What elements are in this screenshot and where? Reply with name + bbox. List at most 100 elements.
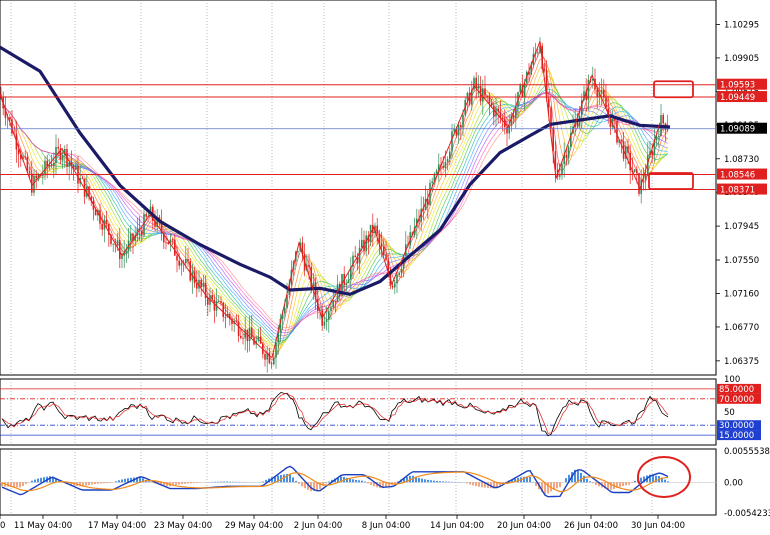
candle-body xyxy=(174,239,176,256)
y-tick-label: 1.07945 xyxy=(724,222,759,232)
macd-histogram-bar xyxy=(355,479,357,483)
candle-body xyxy=(101,223,103,230)
macd-histogram-bar xyxy=(100,482,102,484)
candle-body xyxy=(125,250,128,254)
candle-body xyxy=(475,77,477,89)
candle-body xyxy=(477,86,480,89)
candle-body xyxy=(596,89,598,97)
chart-background xyxy=(0,0,770,535)
macd-histogram-bar xyxy=(547,482,549,494)
candle-body xyxy=(284,307,286,314)
macd-histogram-bar xyxy=(442,481,444,483)
candle-body xyxy=(130,233,132,241)
candle-body xyxy=(394,283,396,288)
y-tick-label: 1.07160 xyxy=(724,289,759,299)
macd-histogram-bar xyxy=(301,482,303,487)
macd-histogram-bar xyxy=(196,482,198,483)
x-tick-label: 0 xyxy=(0,521,5,531)
candle-body xyxy=(383,246,385,255)
candle-body xyxy=(244,329,246,339)
macd-histogram-bar xyxy=(439,481,441,483)
level-label: 1.08371 xyxy=(720,186,755,196)
candle-body xyxy=(633,169,636,173)
x-tick-label: 26 Jun 04:00 xyxy=(564,521,618,531)
macd-histogram-bar xyxy=(634,480,636,483)
candle-body xyxy=(345,282,348,285)
macd-histogram-bar xyxy=(589,481,591,483)
macd-histogram-bar xyxy=(361,480,363,483)
macd-histogram-bar xyxy=(289,474,291,483)
macd-histogram-bar xyxy=(619,482,621,487)
x-tick-label: 30 Jun 04:00 xyxy=(631,521,685,531)
macd-histogram-bar xyxy=(556,482,558,489)
candle-body xyxy=(358,247,361,264)
candle-body xyxy=(145,214,147,217)
candle-body xyxy=(396,274,398,284)
candle-body xyxy=(264,354,266,360)
macd-histogram-bar xyxy=(304,482,306,489)
macd-histogram-bar xyxy=(19,482,21,488)
macd-histogram-bar xyxy=(94,482,96,485)
macd-histogram-bar xyxy=(187,482,189,484)
candle-body xyxy=(222,302,224,317)
candle-body xyxy=(512,115,515,119)
current-price-label: 1.09089 xyxy=(720,125,755,135)
macd-histogram-bar xyxy=(529,477,531,483)
candle-body xyxy=(53,162,55,167)
macd-histogram-bar xyxy=(421,478,423,483)
candle-body xyxy=(141,230,143,236)
macd-histogram-bar xyxy=(232,481,234,483)
candle-body xyxy=(224,316,227,318)
macd-histogram-bar xyxy=(565,478,567,483)
candle-body xyxy=(519,85,521,93)
candle-body xyxy=(248,327,251,342)
macd-histogram-bar xyxy=(148,481,150,483)
candle-body xyxy=(484,88,486,96)
candle-body xyxy=(28,171,31,174)
macd-histogram-bar xyxy=(184,482,186,484)
macd-histogram-bar xyxy=(631,482,633,483)
macd-histogram-bar xyxy=(583,475,585,483)
candle-body xyxy=(400,268,403,273)
macd-histogram-bar xyxy=(124,478,126,483)
macd-histogram-bar xyxy=(352,479,354,483)
macd-histogram-bar xyxy=(622,482,624,487)
macd-histogram-bar xyxy=(640,477,642,483)
macd-histogram-bar xyxy=(85,482,87,486)
y-tick-label: 1.06770 xyxy=(724,323,759,333)
level-label: 1.08546 xyxy=(720,171,755,181)
macd-histogram-bar xyxy=(34,479,36,483)
candle-body xyxy=(462,115,464,128)
candle-body xyxy=(116,240,119,246)
candle-body xyxy=(44,160,46,174)
stochastic-y-tick-label: 50 xyxy=(724,408,735,418)
macd-histogram-bar xyxy=(181,482,183,485)
candle-body xyxy=(603,89,605,98)
candle-body xyxy=(334,300,337,302)
macd-histogram-bar xyxy=(478,482,480,487)
x-tick-label: 17 May 04:00 xyxy=(88,521,146,531)
macd-histogram-bar xyxy=(370,482,372,485)
x-tick-label: 2 Jun 04:00 xyxy=(294,521,343,531)
macd-y-tick-label: 0.0055538 xyxy=(724,447,770,457)
candle-body xyxy=(240,335,242,338)
candle-body xyxy=(325,319,328,322)
x-tick-label: 23 May 04:00 xyxy=(154,521,212,531)
candle-body xyxy=(81,177,84,179)
macd-histogram-bar xyxy=(175,482,177,486)
x-tick-label: 14 Jun 04:00 xyxy=(430,521,484,531)
candle-body xyxy=(185,258,187,264)
candle-body xyxy=(196,283,198,289)
candle-body xyxy=(627,146,629,153)
level-label: 1.09593 xyxy=(720,81,755,91)
y-tick-label: 1.06375 xyxy=(724,357,759,367)
candle-body xyxy=(658,135,660,137)
macd-histogram-bar xyxy=(436,480,438,483)
candle-body xyxy=(482,88,484,102)
candle-body xyxy=(508,125,510,134)
stochastic-level-label: 70.0000 xyxy=(719,395,754,405)
candle-body xyxy=(347,279,350,283)
candle-body xyxy=(548,98,550,108)
candle-body xyxy=(449,151,451,160)
macd-histogram-bar xyxy=(22,482,24,487)
